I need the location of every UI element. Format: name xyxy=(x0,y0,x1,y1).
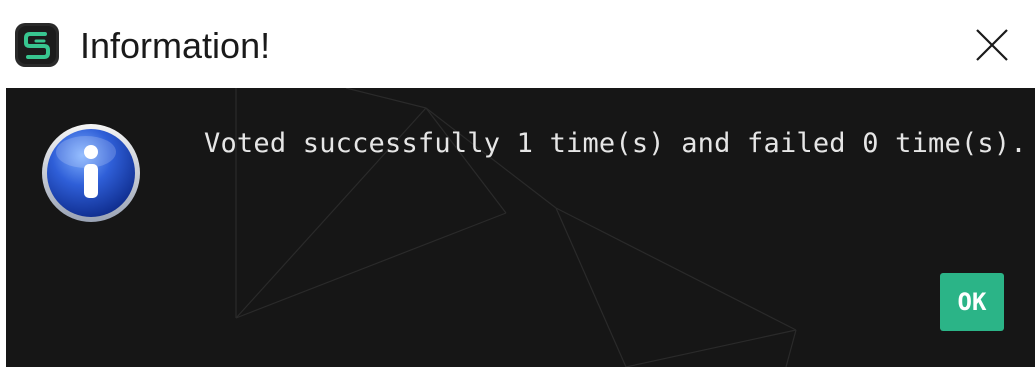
information-dialog: Information! Voted successfully 1 time(s… xyxy=(0,0,1035,367)
ok-button[interactable]: OK xyxy=(940,273,1004,331)
dialog-message: Voted successfully 1 time(s) and failed … xyxy=(204,128,1027,159)
title-bar: Information! xyxy=(0,0,1035,88)
window-title: Information! xyxy=(80,25,271,66)
close-icon[interactable] xyxy=(961,18,1021,74)
info-icon xyxy=(42,124,140,222)
app-logo-icon xyxy=(15,23,59,67)
dialog-body: Voted successfully 1 time(s) and failed … xyxy=(6,88,1035,367)
